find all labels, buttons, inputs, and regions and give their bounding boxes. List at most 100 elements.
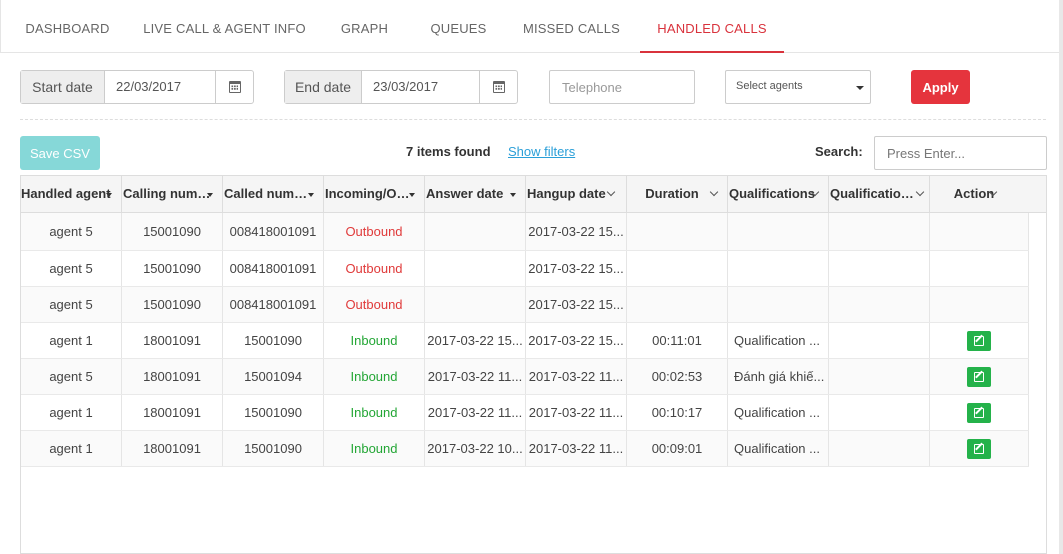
sort-icon [308,193,314,197]
col-answer-date[interactable]: Answer date [425,176,526,212]
tab-live-call-agent-info[interactable]: LIVE CALL & AGENT INFO [134,0,315,53]
col-duration[interactable]: Duration [627,176,728,212]
table-header: Handled agent Calling numbe... Called nu… [21,176,1046,213]
tab-missed-calls[interactable]: MISSED CALLS [503,0,640,53]
edit-button[interactable] [967,438,991,459]
answer-date-value: 2017-03-22 11... [427,369,523,384]
cell-duration [627,251,728,286]
cell-calling-number: 15001090 [122,213,223,250]
direction-value: Inbound [350,405,398,420]
end-date-picker-button[interactable] [479,71,517,103]
start-date-group: Start date 22/03/2017 [20,70,254,104]
cell-handled-agent: agent 1 [21,395,122,430]
handled-calls-table: Handled agent Calling numbe... Called nu… [20,175,1047,554]
col-label: Incoming/Out... [325,186,420,201]
sort-icon [106,193,112,197]
cell-qualification: Qualification ... [728,323,829,358]
end-date-group: End date 23/03/2017 [284,70,518,104]
cell-qualification-2 [829,359,930,394]
show-filters-link[interactable]: Show filters [508,144,575,159]
apply-button[interactable]: Apply [911,70,970,104]
cell-calling-number: 18001091 [122,323,223,358]
calling-number-value: 18001091 [143,441,201,456]
handled-agent-value: agent 1 [49,441,93,456]
cell-handled-agent: agent 1 [21,431,122,466]
cell-action [930,431,1029,466]
cell-hangup-date: 2017-03-22 15... [526,251,627,286]
col-qualifications[interactable]: Qualifications [728,176,829,212]
cell-direction: Outbound [324,251,425,286]
cell-handled-agent: agent 1 [21,323,122,358]
cell-qualification-2 [829,213,930,250]
search-input[interactable] [874,136,1047,170]
cell-qualification [728,251,829,286]
called-number-value: 008418001091 [229,224,317,239]
nav-tabs: DASHBOARD LIVE CALL & AGENT INFO GRAPH Q… [0,0,1063,53]
cell-qualification-2 [829,395,930,430]
cell-called-number: 15001090 [223,431,324,466]
cell-hangup-date: 2017-03-22 11... [526,359,627,394]
called-number-value: 15001090 [244,441,302,456]
edit-icon [974,371,984,382]
cell-duration [627,287,728,322]
cell-hangup-date: 2017-03-22 15... [526,323,627,358]
cell-qualification: Đánh giá khiế... [728,359,829,394]
tab-handled-calls[interactable]: HANDLED CALLS [640,0,784,53]
cell-action [930,359,1029,394]
save-csv-button[interactable]: Save CSV [20,136,100,170]
sort-icon [510,193,516,197]
cell-answer-date: 2017-03-22 11... [425,359,526,394]
agents-select[interactable]: Select agents [725,70,871,104]
chevron-down-icon [606,187,616,197]
start-date-field[interactable]: 22/03/2017 [105,71,215,103]
sort-icon [409,193,415,197]
table-row: agent 5 18001091 15001094 Inbound 2017-03-22… [21,359,1029,395]
page-scrollbar[interactable] [1059,0,1063,554]
cell-calling-number: 18001091 [122,395,223,430]
col-called-number[interactable]: Called number [223,176,324,212]
col-handled-agent[interactable]: Handled agent [21,176,122,212]
sort-icon [207,193,213,197]
edit-icon [974,407,984,418]
col-label: Qualifications [729,186,815,201]
col-label: Action [953,186,995,201]
tab-queues[interactable]: QUEUES [414,0,503,53]
edit-button[interactable] [967,402,991,423]
duration-value: 00:02:53 [651,369,703,384]
cell-answer-date: 2017-03-22 11... [425,395,526,430]
cell-called-number: 008418001091 [223,213,324,250]
edit-button[interactable] [967,330,991,351]
edit-button[interactable] [967,366,991,387]
hangup-date-value: 2017-03-22 15... [528,224,624,239]
items-found-count: 7 items found [406,144,491,159]
col-hangup-date[interactable]: Hangup date [526,176,627,212]
tab-dashboard[interactable]: DASHBOARD [1,0,134,53]
direction-value: Inbound [350,369,398,384]
cell-called-number: 008418001091 [223,287,324,322]
chevron-down-icon [709,187,719,197]
col-action[interactable]: Action [930,176,1029,212]
end-date-field[interactable]: 23/03/2017 [362,71,479,103]
cell-handled-agent: agent 5 [21,359,122,394]
cell-called-number: 15001094 [223,359,324,394]
cell-qualification-2 [829,287,930,322]
col-qualification-2[interactable]: Qualification ... [829,176,930,212]
answer-date-value: 2017-03-22 10... [427,441,523,456]
col-label: Hangup date [527,186,606,201]
start-date-picker-button[interactable] [215,71,253,103]
direction-value: Inbound [350,441,398,456]
cell-hangup-date: 2017-03-22 15... [526,213,627,250]
called-number-value: 15001090 [244,405,302,420]
calling-number-value: 18001091 [143,333,201,348]
divider [20,119,1046,120]
cell-direction: Inbound [324,395,425,430]
cell-action [930,323,1029,358]
tab-graph[interactable]: GRAPH [315,0,414,53]
start-date-label: Start date [21,71,105,103]
cell-qualification: Qualification ... [728,395,829,430]
col-incoming-outgoing[interactable]: Incoming/Out... [324,176,425,212]
cell-qualification-2 [829,323,930,358]
col-calling-number[interactable]: Calling numbe... [122,176,223,212]
telephone-input[interactable] [549,70,695,104]
cell-calling-number: 15001090 [122,287,223,322]
